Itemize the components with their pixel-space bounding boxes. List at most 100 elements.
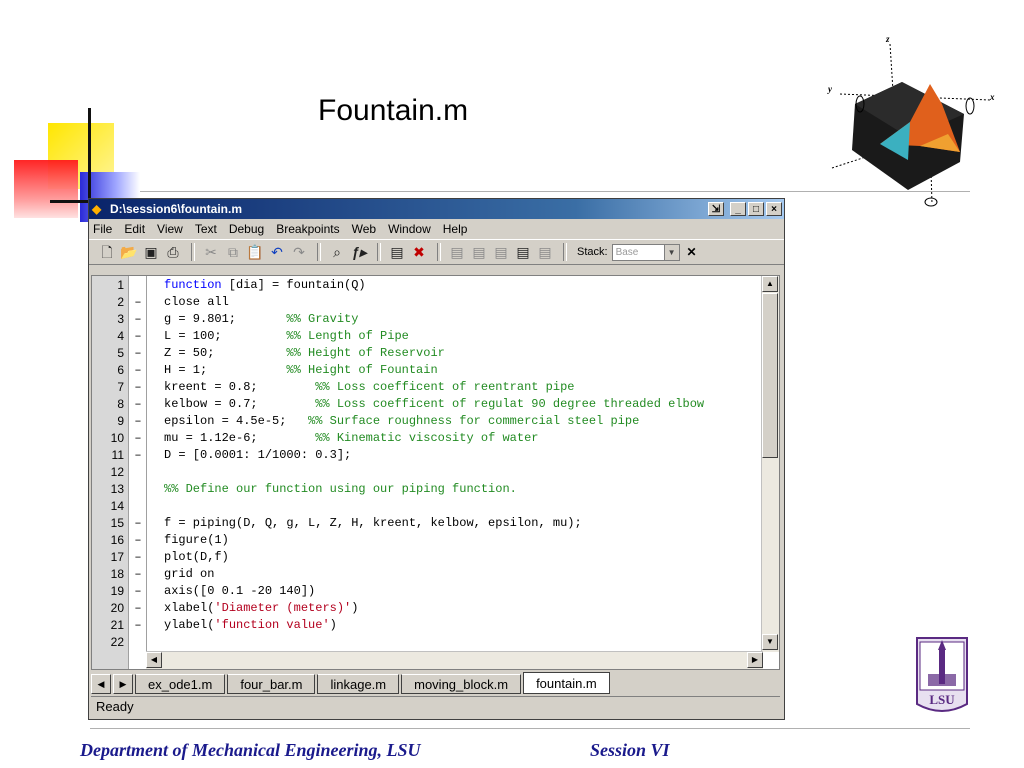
clear-breakpoint-icon[interactable]: ✖	[409, 242, 429, 262]
tab-linkage[interactable]: linkage.m	[317, 674, 400, 694]
vertical-scrollbar[interactable]: ▲ ▼	[761, 276, 779, 652]
code-line[interactable]: 6– H = 1; %% Height of Fountain	[92, 362, 762, 379]
code-line[interactable]: 11– D = [0.0001: 1/1000: 0.3];	[92, 447, 762, 464]
step-icon[interactable]: ▤	[447, 242, 467, 262]
code-line[interactable]: 13 %% Define our function using our pipin…	[92, 481, 762, 498]
stack-select[interactable]: Base ▼	[611, 243, 680, 261]
code-line[interactable]: 5– Z = 50; %% Height of Reservoir	[92, 345, 762, 362]
code-line[interactable]: 7– kreent = 0.8; %% Loss coefficent of re…	[92, 379, 762, 396]
decor-red-square	[14, 160, 78, 218]
code-line[interactable]: 15– f = piping(D, Q, g, L, Z, H, kreent, …	[92, 515, 762, 532]
breakpoint-marker[interactable]: –	[132, 311, 144, 328]
tab-fountain[interactable]: fountain.m	[523, 672, 610, 694]
copy-icon[interactable]: ⧉	[223, 242, 243, 262]
breakpoint-marker[interactable]: –	[132, 396, 144, 413]
scroll-down-icon[interactable]: ▼	[762, 634, 778, 650]
menu-breakpoints[interactable]: Breakpoints	[276, 222, 339, 236]
breakpoint-marker[interactable]: –	[132, 583, 144, 600]
horizontal-scrollbar[interactable]: ◀ ▶	[146, 651, 763, 669]
menu-text[interactable]: Text	[195, 222, 217, 236]
tab-four-bar[interactable]: four_bar.m	[227, 674, 316, 694]
cut-icon[interactable]: ✂	[201, 242, 221, 262]
chevron-down-icon[interactable]: ▼	[663, 244, 679, 260]
print-icon[interactable]: ⎙	[163, 242, 183, 262]
code-statement: kelbow = 0.7;	[164, 397, 316, 411]
code-call: xlabel(	[164, 601, 215, 615]
breakpoint-marker[interactable]: –	[132, 294, 144, 311]
tab-prev-icon[interactable]: ◀	[91, 674, 111, 694]
breakpoint-marker[interactable]: –	[132, 515, 144, 532]
code-line[interactable]: 3– g = 9.801; %% Gravity	[92, 311, 762, 328]
code-line[interactable]: 16– figure(1)	[92, 532, 762, 549]
open-folder-icon[interactable]: 📂	[119, 242, 139, 262]
code-line[interactable]: 14	[92, 498, 762, 515]
breakpoint-marker[interactable]: –	[132, 413, 144, 430]
breakpoint-marker[interactable]: –	[132, 600, 144, 617]
breakpoint-marker[interactable]: –	[132, 566, 144, 583]
menu-view[interactable]: View	[157, 222, 183, 236]
scroll-up-icon[interactable]: ▲	[762, 276, 778, 292]
code-line[interactable]: 19– axis([0 0.1 -20 140])	[92, 583, 762, 600]
find-icon[interactable]: ⌕	[327, 242, 347, 262]
code-line[interactable]: 2– close all	[92, 294, 762, 311]
scroll-left-icon[interactable]: ◀	[146, 652, 162, 668]
breakpoint-marker[interactable]: –	[132, 447, 144, 464]
new-file-icon[interactable]: 🗋	[97, 242, 117, 262]
code-line[interactable]: 4– L = 100; %% Length of Pipe	[92, 328, 762, 345]
code-line[interactable]: 21– ylabel('function value')	[92, 617, 762, 634]
code-line[interactable]: 18– grid on	[92, 566, 762, 583]
tab-ex-ode1[interactable]: ex_ode1.m	[135, 674, 226, 694]
breakpoint-marker[interactable]: –	[132, 379, 144, 396]
function-icon[interactable]: ƒ▸	[349, 242, 369, 262]
breakpoint-marker[interactable]: –	[132, 362, 144, 379]
save-icon[interactable]: ▣	[141, 242, 161, 262]
menu-web[interactable]: Web	[352, 222, 376, 236]
code-line[interactable]: 8– kelbow = 0.7; %% Loss coefficent of re…	[92, 396, 762, 413]
undock-button[interactable]: ⇲	[708, 202, 724, 216]
paste-icon[interactable]: 📋	[245, 242, 265, 262]
code-line[interactable]: 17– plot(D,f)	[92, 549, 762, 566]
tab-next-icon[interactable]: ▶	[113, 674, 133, 694]
close-button[interactable]: ×	[766, 202, 782, 216]
title-bar[interactable]: ◆ D:\session6\fountain.m ⇲ _ □ ×	[89, 199, 784, 219]
undo-icon[interactable]: ↶	[267, 242, 287, 262]
code-comment: %% Height of Reservoir	[286, 346, 445, 360]
breakpoint-marker[interactable]: –	[132, 617, 144, 634]
close-toolbar-icon[interactable]: ✕	[684, 244, 700, 260]
scroll-thumb[interactable]	[762, 293, 778, 458]
code-editor[interactable]: 1 function [dia] = fountain(Q) 2– close all…	[91, 275, 780, 670]
code-line[interactable]: 10– mu = 1.12e-6; %% Kinematic viscosity …	[92, 430, 762, 447]
menu-debug[interactable]: Debug	[229, 222, 264, 236]
toolbar-separator	[437, 243, 441, 261]
redo-icon[interactable]: ↷	[289, 242, 309, 262]
string-literal: 'Diameter (meters)'	[214, 601, 352, 615]
line-number: 7	[117, 380, 124, 394]
code-line[interactable]: 22	[92, 634, 762, 651]
code-tail: )	[351, 601, 359, 615]
breakpoint-marker[interactable]: –	[132, 328, 144, 345]
code-text: D = [0.0001: 1/1000: 0.3];	[164, 447, 351, 464]
code-line[interactable]: 12	[92, 464, 762, 481]
step-in-icon[interactable]: ▤	[469, 242, 489, 262]
exit-debug-icon[interactable]: ▤	[535, 242, 555, 262]
breakpoint-marker[interactable]: –	[132, 345, 144, 362]
code-line[interactable]: 1 function [dia] = fountain(Q)	[92, 277, 762, 294]
breakpoint-marker[interactable]: –	[132, 549, 144, 566]
breakpoint-marker[interactable]: –	[132, 532, 144, 549]
menu-file[interactable]: File	[93, 222, 112, 236]
toolbar-separator	[191, 243, 195, 261]
breakpoint-marker[interactable]: –	[132, 430, 144, 447]
menu-window[interactable]: Window	[388, 222, 431, 236]
tab-moving-block[interactable]: moving_block.m	[401, 674, 522, 694]
scroll-right-icon[interactable]: ▶	[747, 652, 763, 668]
step-out-icon[interactable]: ▤	[491, 242, 511, 262]
minimize-button[interactable]: _	[730, 202, 746, 216]
code-line[interactable]: 20– xlabel('Diameter (meters)')	[92, 600, 762, 617]
code-line[interactable]: 9– epsilon = 4.5e-5; %% Surface roughness…	[92, 413, 762, 430]
matlab-logo-icon: z y x	[827, 34, 995, 207]
continue-icon[interactable]: ▤	[513, 242, 533, 262]
menu-edit[interactable]: Edit	[124, 222, 145, 236]
maximize-button[interactable]: □	[748, 202, 764, 216]
set-breakpoint-icon[interactable]: ▤	[387, 242, 407, 262]
menu-help[interactable]: Help	[443, 222, 468, 236]
